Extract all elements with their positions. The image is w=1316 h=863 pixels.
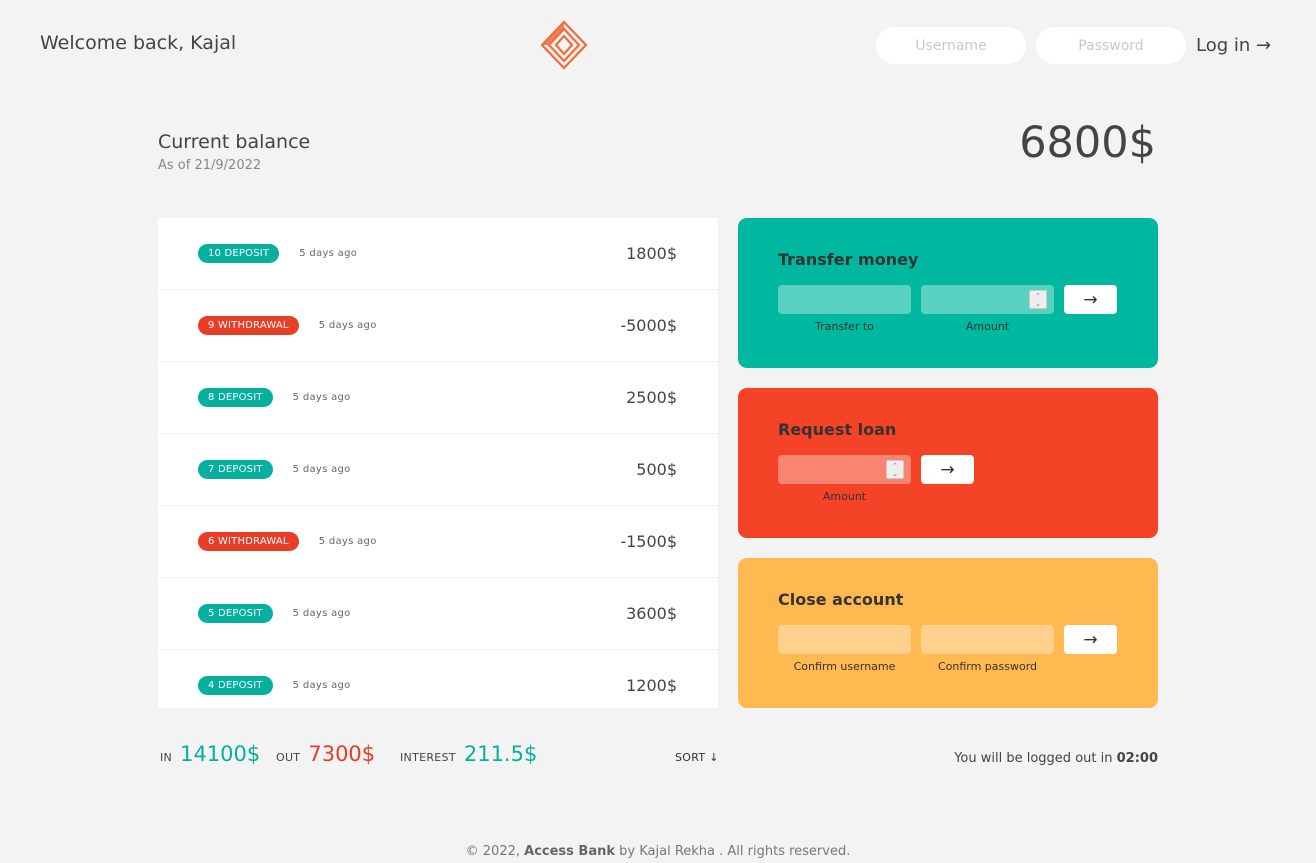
- movement-row: 4 deposit 5 days ago 1200$: [158, 650, 718, 708]
- loan-amount-wrap: ⌃ ⌄: [778, 455, 911, 484]
- movement-value: 1800$: [626, 244, 677, 263]
- top-nav: Welcome back, Kajal Log in →: [0, 0, 1316, 92]
- movement-date: 5 days ago: [318, 320, 377, 331]
- movement-value: 3600$: [626, 604, 677, 623]
- loan-submit-button[interactable]: →: [921, 455, 974, 484]
- movement-type-badge: 9 withdrawal: [198, 316, 299, 335]
- summary-in-value: 14100$: [180, 742, 261, 766]
- balance-label: Current balance: [158, 131, 311, 153]
- movement-row: 9 withdrawal 5 days ago -5000$: [158, 290, 718, 362]
- username-input[interactable]: [876, 27, 1026, 64]
- number-spinner-icon[interactable]: ⌃ ⌄: [1029, 290, 1047, 309]
- login-button[interactable]: Log in →: [1196, 35, 1271, 56]
- close-title: Close account: [778, 590, 904, 609]
- balance-date: As of 21/9/2022: [158, 158, 261, 173]
- diamond-logo-icon: [540, 20, 588, 70]
- movement-date: 5 days ago: [292, 464, 351, 475]
- password-input[interactable]: [1036, 27, 1186, 64]
- transfer-form: Transfer to ⌃ ⌄ Amount →: [778, 285, 1118, 333]
- close-username-input[interactable]: [778, 625, 911, 654]
- loan-panel: Request loan ⌃ ⌄ Amount →: [738, 388, 1158, 538]
- close-form: Confirm username Confirm password →: [778, 625, 1118, 673]
- movement-row: 10 deposit 5 days ago 1800$: [158, 218, 718, 290]
- summary-interest-label: Interest: [400, 751, 456, 764]
- movement-value: 1200$: [626, 676, 677, 695]
- footer-credits: by Kajal Rekha . All rights reserved.: [619, 844, 851, 859]
- transfer-submit-button[interactable]: →: [1064, 285, 1117, 314]
- movements-list[interactable]: 10 deposit 5 days ago 1800$ 9 withdrawal…: [158, 218, 718, 708]
- movement-date: 5 days ago: [318, 536, 377, 547]
- close-user-field: Confirm username: [778, 625, 911, 673]
- movement-value: 2500$: [626, 388, 677, 407]
- balance-date-value: 21/9/2022: [194, 158, 262, 173]
- movement-type-badge: 5 deposit: [198, 604, 273, 623]
- transfer-amount-field: ⌃ ⌄ Amount: [921, 285, 1054, 333]
- close-username-label: Confirm username: [793, 660, 896, 673]
- movement-value: -1500$: [620, 532, 677, 551]
- footer: © 2022, Access Bank by Kajal Rekha . All…: [0, 844, 1316, 859]
- footer-brand[interactable]: Access Bank: [524, 844, 615, 859]
- movement-value: -5000$: [620, 316, 677, 335]
- footer-copyright: © 2022,: [465, 844, 520, 859]
- number-spinner-icon[interactable]: ⌃ ⌄: [886, 460, 904, 479]
- loan-amount-label: Amount: [822, 490, 867, 503]
- transfer-amount-wrap: ⌃ ⌄: [921, 285, 1054, 314]
- summary-out: Out 7300$: [276, 742, 375, 766]
- summary-interest: Interest 211.5$: [400, 742, 537, 766]
- transfer-title: Transfer money: [778, 250, 919, 269]
- summary-out-value: 7300$: [308, 742, 376, 766]
- movement-type-badge: 7 deposit: [198, 460, 273, 479]
- movement-type-badge: 6 withdrawal: [198, 532, 299, 551]
- transfer-to-input[interactable]: [778, 285, 911, 314]
- summary-interest-value: 211.5$: [463, 742, 538, 766]
- balance-date-prefix: As of: [158, 158, 195, 173]
- movement-date: 5 days ago: [292, 608, 351, 619]
- close-account-panel: Close account Confirm username Confirm p…: [738, 558, 1158, 708]
- summary-bar: In 14100$ Out 7300$ Interest 211.5$ SORT…: [160, 742, 1158, 772]
- movement-row: 8 deposit 5 days ago 2500$: [158, 362, 718, 434]
- welcome-message: Welcome back, Kajal: [40, 32, 237, 54]
- sort-button[interactable]: SORT ↓: [675, 751, 719, 764]
- transfer-amount-label: Amount: [965, 320, 1010, 333]
- movement-value: 500$: [636, 460, 677, 479]
- loan-amount-field: ⌃ ⌄ Amount: [778, 455, 911, 503]
- logout-timer: You will be logged out in 02:00: [954, 751, 1158, 766]
- transfer-to-field: Transfer to: [778, 285, 911, 333]
- movement-type-badge: 4 deposit: [198, 676, 273, 695]
- logout-timer-text: You will be logged out in: [954, 751, 1117, 766]
- movement-row: 6 withdrawal 5 days ago -1500$: [158, 506, 718, 578]
- movement-date: 5 days ago: [292, 680, 351, 691]
- balance-value: 6800$: [1019, 118, 1156, 168]
- movement-type-badge: 10 deposit: [198, 244, 280, 263]
- movement-type-badge: 8 deposit: [198, 388, 273, 407]
- movement-date: 5 days ago: [292, 392, 351, 403]
- login-form: Log in →: [876, 27, 1271, 64]
- logout-timer-value: 02:00: [1116, 751, 1158, 766]
- movement-row: 7 deposit 5 days ago 500$: [158, 434, 718, 506]
- movement-date: 5 days ago: [299, 248, 358, 259]
- summary-in-label: In: [160, 751, 173, 764]
- loan-form: ⌃ ⌄ Amount →: [778, 455, 1118, 503]
- close-submit-button[interactable]: →: [1064, 625, 1117, 654]
- transfer-panel: Transfer money Transfer to ⌃ ⌄ Amount →: [738, 218, 1158, 368]
- transfer-to-label: Transfer to: [815, 320, 874, 333]
- summary-in: In 14100$: [160, 742, 260, 766]
- loan-title: Request loan: [778, 420, 897, 439]
- close-password-label: Confirm password: [937, 660, 1038, 673]
- movement-row: 5 deposit 5 days ago 3600$: [158, 578, 718, 650]
- summary-out-label: Out: [276, 751, 301, 764]
- close-password-input[interactable]: [921, 625, 1054, 654]
- close-pin-field: Confirm password: [921, 625, 1054, 673]
